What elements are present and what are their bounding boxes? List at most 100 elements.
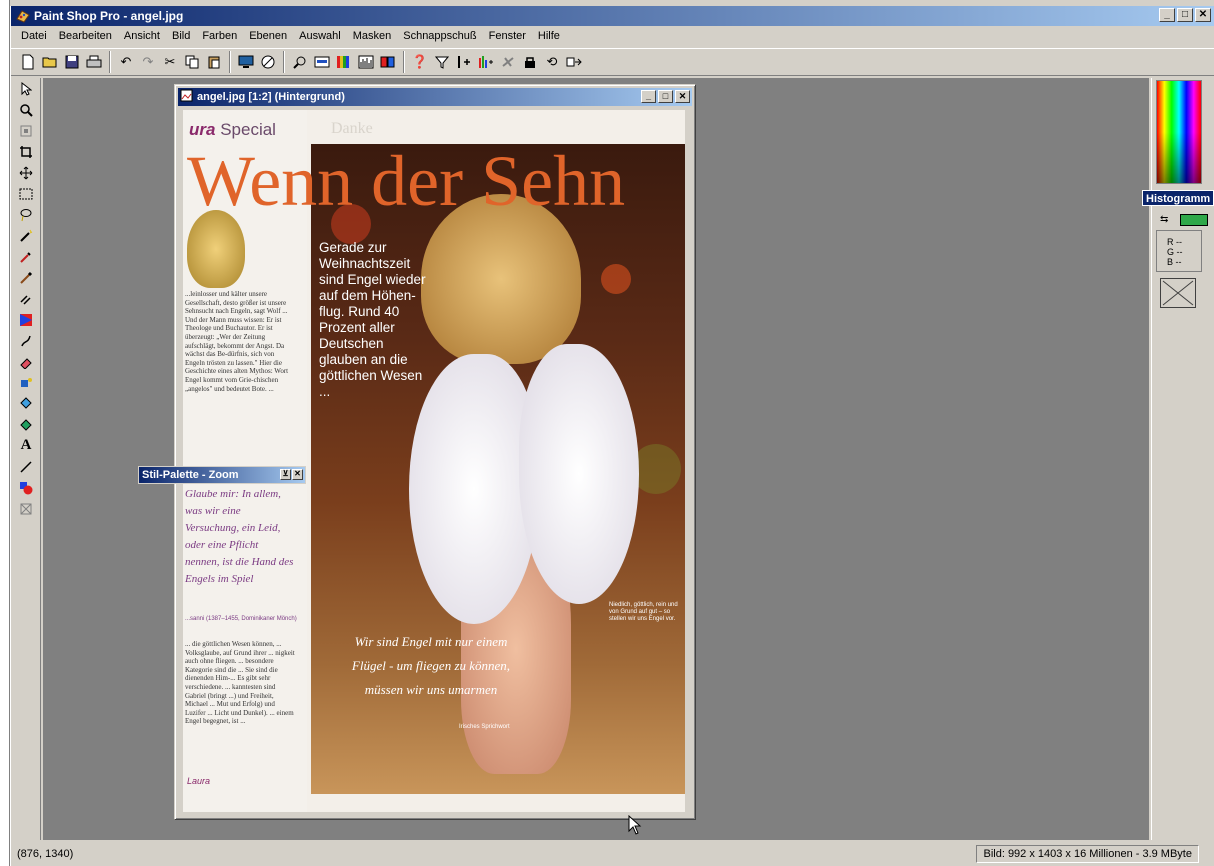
menu-bearbeiten[interactable]: Bearbeiten xyxy=(53,27,118,45)
magazine-deck: Gerade zur Weihnachtszeit sind Engel wie… xyxy=(319,240,426,399)
selection-tool-icon[interactable] xyxy=(14,183,38,204)
menu-farben[interactable]: Farben xyxy=(196,27,243,45)
menu-masken[interactable]: Masken xyxy=(347,27,398,45)
lasso-tool-icon[interactable] xyxy=(14,204,38,225)
image-info: Bild: 992 x 1403 x 16 Millionen - 3.9 MB… xyxy=(976,845,1199,863)
histogram-tab[interactable]: Histogramm xyxy=(1142,190,1214,206)
filter-icon[interactable] xyxy=(431,51,453,73)
angel-wing-right xyxy=(519,344,639,604)
image-maximize-button[interactable]: □ xyxy=(658,90,673,103)
menu-fenster[interactable]: Fenster xyxy=(483,27,532,45)
help-context-icon[interactable]: ❓ xyxy=(409,51,431,73)
image-window: angel.jpg [1:2] (Hintergrund) _ □ ✕ ura … xyxy=(174,84,696,820)
deform-tool-icon[interactable] xyxy=(14,120,38,141)
green-value: G -- xyxy=(1167,247,1183,257)
stil-palette-zoom[interactable]: Stil-Palette - Zoom ⊻ ✕ xyxy=(138,466,306,484)
status-bar: (876, 1340) Bild: 992 x 1403 x 16 Millio… xyxy=(11,842,1214,866)
stil-palette-pin-button[interactable]: ⊻ xyxy=(280,469,291,480)
toolbar-separator xyxy=(403,51,405,73)
cut-icon[interactable]: ✂ xyxy=(159,51,181,73)
menu-bild[interactable]: Bild xyxy=(166,27,196,45)
paste-icon[interactable] xyxy=(203,51,225,73)
magic-wand-icon[interactable] xyxy=(14,225,38,246)
brightness-contrast-icon[interactable] xyxy=(453,51,475,73)
shape-tool-icon[interactable] xyxy=(14,477,38,498)
menu-hilfe[interactable]: Hilfe xyxy=(532,27,566,45)
menu-auswahl[interactable]: Auswahl xyxy=(293,27,347,45)
toolbar-separator xyxy=(109,51,111,73)
eraser-tool-icon[interactable] xyxy=(14,351,38,372)
magazine-headline: Wenn der Sehn xyxy=(187,141,626,221)
export-icon[interactable] xyxy=(563,51,585,73)
image-document-icon xyxy=(180,89,193,105)
save-disk-icon[interactable] xyxy=(61,51,83,73)
arrow-tool-icon[interactable] xyxy=(14,78,38,99)
bokeh-light xyxy=(601,264,631,294)
brand-script: ura xyxy=(189,120,216,139)
minimize-button[interactable]: _ xyxy=(1159,8,1175,22)
close-button[interactable]: ✕ xyxy=(1195,8,1211,22)
vector-object-icon[interactable] xyxy=(14,498,38,519)
text-tool-icon[interactable]: A xyxy=(14,435,38,456)
zoom-tool-icon[interactable] xyxy=(14,99,38,120)
refresh-icon[interactable]: ⟲ xyxy=(541,51,563,73)
retouch-tool-icon[interactable] xyxy=(14,330,38,351)
clone-brush-icon[interactable] xyxy=(14,288,38,309)
blue-value: B -- xyxy=(1167,257,1182,267)
toolbar-toggle-icon[interactable] xyxy=(311,51,333,73)
lock-icon[interactable] xyxy=(519,51,541,73)
fill-tool-icon[interactable] xyxy=(14,393,38,414)
color-replace-icon[interactable] xyxy=(14,309,38,330)
toolbar-separator xyxy=(229,51,231,73)
maximize-button[interactable]: □ xyxy=(1177,8,1193,22)
tool-palette: A xyxy=(12,78,41,840)
print-icon[interactable] xyxy=(83,51,105,73)
menu-ebenen[interactable]: Ebenen xyxy=(243,27,293,45)
undo-icon[interactable]: ↶ xyxy=(115,51,137,73)
layer-palette-icon[interactable] xyxy=(377,51,399,73)
screen-capture-icon[interactable] xyxy=(235,51,257,73)
browser-icon[interactable] xyxy=(257,51,279,73)
color-spectrum[interactable] xyxy=(1156,80,1202,184)
magazine-brand: ura Special xyxy=(189,120,276,140)
menu-ansicht[interactable]: Ansicht xyxy=(118,27,166,45)
main-toolbar: ↶ ↷ ✂ ❓ ⟲ xyxy=(11,48,1214,76)
menubar: Datei Bearbeiten Ansicht Bild Farben Ebe… xyxy=(11,26,1214,46)
copy-icon[interactable] xyxy=(181,51,203,73)
transparent-swatch[interactable] xyxy=(1160,278,1196,308)
background-desktop-strip xyxy=(0,0,10,866)
brush-tool-icon[interactable] xyxy=(14,267,38,288)
image-canvas[interactable]: ura Special Danke Wenn der Sehn Gerade z… xyxy=(183,110,685,812)
effects-icon[interactable] xyxy=(497,51,519,73)
menu-datei[interactable]: Datei xyxy=(15,27,53,45)
new-file-icon[interactable] xyxy=(17,51,39,73)
image-close-button[interactable]: ✕ xyxy=(675,90,690,103)
color-palette-icon[interactable] xyxy=(333,51,355,73)
magazine-attribution: ...sanni (1387–1455, Dominikaner Mönch) xyxy=(185,616,297,622)
image-minimize-button[interactable]: _ xyxy=(641,90,656,103)
magazine-footer: Laura xyxy=(187,776,211,786)
redo-icon[interactable]: ↷ xyxy=(137,51,159,73)
line-tool-icon[interactable] xyxy=(14,456,38,477)
magazine-column-text: ...leinlosser und kälter unsere Gesellsc… xyxy=(185,290,289,393)
red-value: R -- xyxy=(1167,237,1182,247)
magazine-purple-quote: Glaube mir: In allem, was wir eine Versu… xyxy=(185,488,294,585)
swap-colors-icon[interactable]: ⇆ xyxy=(1160,214,1168,225)
open-folder-icon[interactable] xyxy=(39,51,61,73)
zoom-tool-icon[interactable] xyxy=(289,51,311,73)
stil-palette-close-button[interactable]: ✕ xyxy=(292,469,303,480)
color-adjust-icon[interactable] xyxy=(475,51,497,73)
titlebar[interactable]: Paint Shop Pro - angel.jpg _ □ ✕ xyxy=(11,6,1214,26)
menu-schnappschuss[interactable]: Schnappschuß xyxy=(397,27,482,45)
picture-tube-icon[interactable] xyxy=(14,414,38,435)
dropper-tool-icon[interactable] xyxy=(14,246,38,267)
crop-tool-icon[interactable] xyxy=(14,141,38,162)
ghost-text: Danke xyxy=(331,120,373,137)
histogram-icon[interactable] xyxy=(355,51,377,73)
image-window-titlebar[interactable]: angel.jpg [1:2] (Hintergrund) _ □ ✕ xyxy=(178,88,692,106)
move-tool-icon[interactable] xyxy=(14,162,38,183)
airbrush-tool-icon[interactable] xyxy=(14,372,38,393)
foreground-color-swatch[interactable] xyxy=(1180,214,1208,226)
rgb-readout: R -- G -- B -- xyxy=(1156,230,1202,272)
stil-palette-title: Stil-Palette - Zoom xyxy=(142,469,239,481)
